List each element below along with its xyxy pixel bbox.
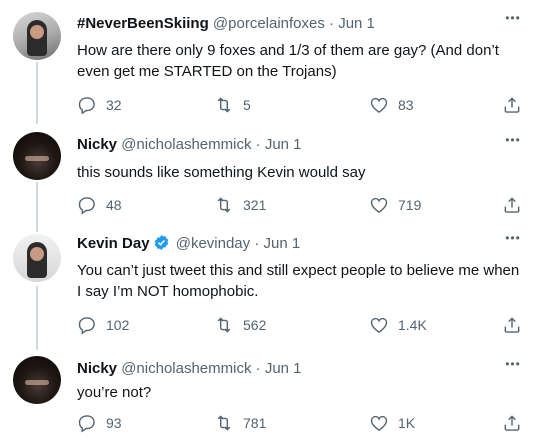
avatar-face	[30, 25, 44, 39]
display-name[interactable]: Nicky	[77, 360, 117, 377]
retweet-icon	[217, 197, 231, 213]
tweet-actions: 102 562 1.4K	[77, 314, 522, 336]
reply-button[interactable]: 93	[77, 412, 122, 434]
share-icon	[504, 197, 520, 213]
heart-icon	[370, 97, 388, 113]
like-button[interactable]: 719	[369, 194, 421, 216]
reply-button[interactable]: 32	[77, 94, 122, 116]
more-icon[interactable]: •••	[504, 358, 522, 370]
share-icon	[504, 317, 520, 333]
display-name[interactable]: #NeverBeenSkiing	[77, 15, 209, 32]
separator-dot: ·	[254, 235, 260, 252]
retweet-count: 562	[243, 317, 267, 333]
heart-icon	[370, 197, 388, 213]
reply-icon	[78, 97, 95, 115]
tweet-actions: 93 781 1K	[77, 412, 522, 434]
display-name[interactable]: Kevin Day	[77, 235, 150, 252]
tweet-text: you’re not?	[77, 384, 152, 401]
reply-count: 48	[106, 197, 122, 213]
retweet-count: 5	[243, 97, 251, 113]
like-button[interactable]: 1.4K	[369, 314, 427, 336]
more-icon[interactable]: •••	[504, 232, 522, 244]
heart-icon	[370, 317, 388, 333]
verified-badge-icon	[154, 235, 168, 250]
more-icon[interactable]: •••	[504, 134, 522, 146]
tweet-header: Nicky @nicholashemmick · Jun 1	[77, 135, 496, 155]
like-count: 1.4K	[398, 317, 427, 333]
retweet-button[interactable]: 781	[214, 412, 266, 434]
tweet-actions: 48 321 719	[77, 194, 522, 216]
tweet-text: How are there only 9 foxes and 1/3 of th…	[77, 42, 499, 80]
heart-icon	[370, 415, 388, 431]
retweet-count: 781	[243, 415, 267, 431]
user-handle[interactable]: @porcelainfoxes	[213, 15, 325, 32]
tweet[interactable]: Nicky @nicholashemmick · Jun 1 ••• you’r…	[0, 346, 540, 446]
tweet-date[interactable]: Jun 1	[338, 15, 375, 32]
tweet[interactable]: Nicky @nicholashemmick · Jun 1 ••• this …	[0, 122, 540, 226]
reply-button[interactable]: 102	[77, 314, 129, 336]
like-count: 1K	[398, 415, 416, 431]
tweet-thread: #NeverBeenSkiing @porcelainfoxes · Jun 1…	[0, 0, 540, 446]
separator-dot: ·	[255, 360, 261, 377]
retweet-button[interactable]: 321	[214, 194, 266, 216]
reply-count: 93	[106, 415, 122, 431]
tweet-date[interactable]: Jun 1	[264, 235, 301, 252]
avatar-face	[25, 156, 49, 161]
reply-count: 102	[106, 317, 130, 333]
retweet-icon	[217, 97, 231, 113]
share-icon	[504, 415, 520, 431]
reply-count: 32	[106, 97, 122, 113]
avatar[interactable]	[13, 12, 61, 60]
display-name[interactable]: Nicky	[77, 136, 117, 153]
separator-dot: ·	[329, 15, 335, 32]
tweet-header: Kevin Day @kevinday · Jun 1	[77, 234, 496, 254]
tweet-header: #NeverBeenSkiing @porcelainfoxes · Jun 1	[77, 14, 496, 34]
tweet-date[interactable]: Jun 1	[265, 360, 302, 377]
avatar[interactable]	[13, 234, 61, 282]
tweet[interactable]: #NeverBeenSkiing @porcelainfoxes · Jun 1…	[0, 0, 540, 122]
tweet-actions: 32 5 83	[77, 94, 522, 116]
avatar[interactable]	[13, 356, 61, 404]
user-handle[interactable]: @kevinday	[176, 235, 250, 252]
tweet[interactable]: Kevin Day @kevinday · Jun 1 ••• You can’…	[0, 226, 540, 346]
reply-icon	[78, 415, 95, 433]
reply-icon	[78, 317, 95, 335]
user-handle[interactable]: @nicholashemmick	[121, 136, 251, 153]
more-icon[interactable]: •••	[504, 12, 522, 24]
like-button[interactable]: 83	[369, 94, 414, 116]
retweet-icon	[217, 415, 231, 431]
share-button[interactable]	[502, 314, 522, 336]
reply-icon	[78, 197, 95, 215]
share-button[interactable]	[502, 194, 522, 216]
separator-dot: ·	[255, 136, 261, 153]
retweet-count: 321	[243, 197, 267, 213]
share-icon	[504, 97, 520, 113]
retweet-button[interactable]: 562	[214, 314, 266, 336]
tweet-header: Nicky @nicholashemmick · Jun 1	[77, 359, 496, 379]
avatar-face	[25, 380, 49, 385]
share-button[interactable]	[502, 94, 522, 116]
avatar-face	[30, 247, 44, 261]
like-button[interactable]: 1K	[369, 412, 415, 434]
tweet-text: this sounds like something Kevin would s…	[77, 164, 366, 181]
retweet-button[interactable]: 5	[214, 94, 251, 116]
like-count: 719	[398, 197, 422, 213]
share-button[interactable]	[502, 412, 522, 434]
tweet-date[interactable]: Jun 1	[265, 136, 302, 153]
user-handle[interactable]: @nicholashemmick	[121, 360, 251, 377]
reply-button[interactable]: 48	[77, 194, 122, 216]
tweet-text: You can’t just tweet this and still expe…	[77, 262, 520, 300]
avatar[interactable]	[13, 132, 61, 180]
like-count: 83	[398, 97, 414, 113]
retweet-icon	[217, 317, 231, 333]
